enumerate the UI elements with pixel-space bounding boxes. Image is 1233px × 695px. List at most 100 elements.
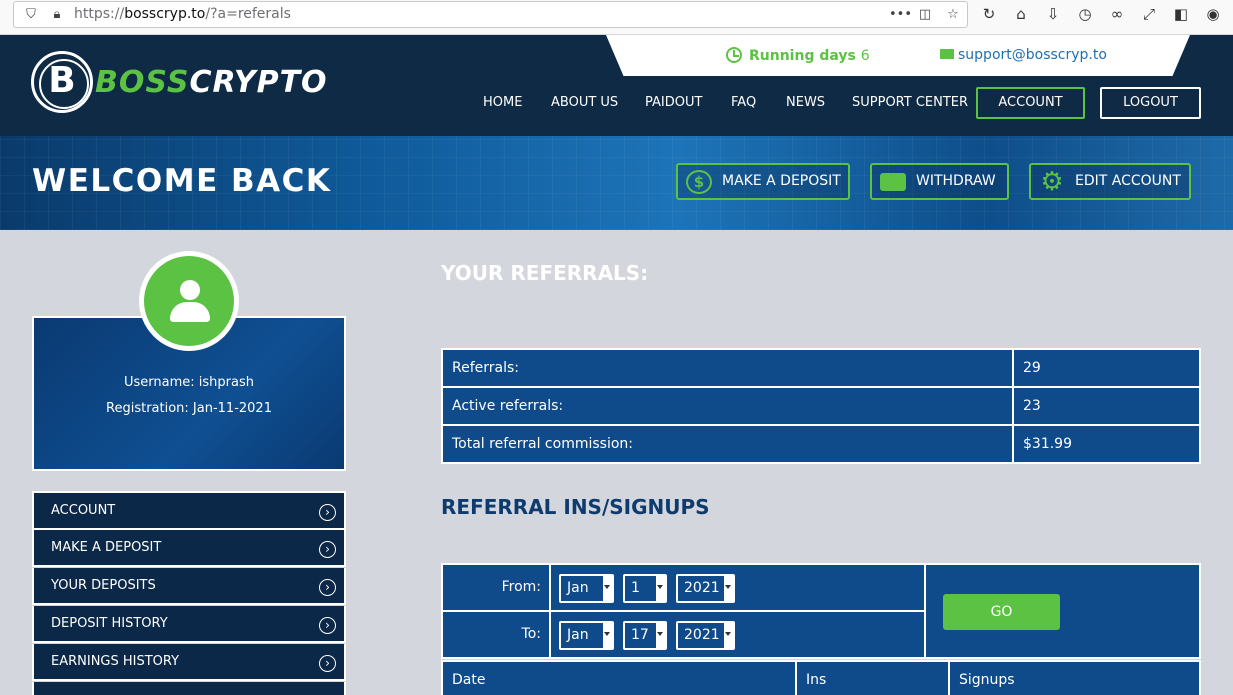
history-icon[interactable]: ◷ (1076, 5, 1094, 23)
dropdown-arrow-icon (724, 623, 733, 648)
column-date: Date (452, 672, 486, 688)
chevron-right-icon: › (319, 504, 336, 521)
url-bar[interactable]: ⛉ 🔒︎ https://bosscryp.to/?a=referals •••… (13, 1, 968, 28)
private-mask-icon[interactable]: ∞ (1108, 5, 1126, 23)
to-year-value: 2021 (684, 627, 720, 643)
welcome-banner: WELCOME BACK $ MAKE A DEPOSIT WITHDRAW ⚙… (0, 136, 1233, 230)
sidebar-item-label: DEPOSIT HISTORY (51, 616, 168, 631)
referrals-table: Referrals: 29 Active referrals: 23 Total… (441, 348, 1201, 464)
nav-faq[interactable]: FAQ (731, 95, 756, 110)
total-commission-value: $31.99 (1012, 424, 1201, 464)
logo-letter: B (48, 60, 76, 101)
to-month-value: Jan (567, 627, 589, 643)
support-email-text[interactable]: support@bosscryp.to (958, 47, 1107, 63)
shield-icon[interactable]: ⛉ (23, 7, 39, 23)
referrals-label: Referrals: (441, 348, 1014, 388)
sidebar-item-make-deposit[interactable]: MAKE A DEPOSIT › (32, 530, 346, 567)
to-month-select[interactable]: Jan (559, 621, 614, 650)
from-row: From: Jan 1 2021 (443, 565, 925, 612)
logo-boss: BOSS (95, 65, 190, 100)
downloads-icon[interactable]: ⇩ (1044, 5, 1062, 23)
sidebar-item-label: ACCOUNT (51, 503, 116, 518)
to-day-value: 17 (631, 627, 649, 643)
to-day-select[interactable]: 17 (623, 621, 667, 650)
site-header: B BOSSCRYPTO Running days 6 support@boss… (0, 35, 1233, 136)
dropdown-arrow-icon (656, 576, 665, 601)
deposit-coin-icon: $ (686, 170, 712, 194)
referrals-title: YOUR REFERRALS: (441, 261, 649, 285)
wallet-icon (880, 173, 906, 191)
chevron-right-icon: › (319, 655, 336, 672)
avatar-head (180, 280, 200, 300)
dropdown-arrow-icon (603, 576, 612, 601)
logo-wordmark: BOSSCRYPTO (95, 65, 328, 100)
from-day-select[interactable]: 1 (623, 574, 667, 603)
table-row: Active referrals: 23 (441, 386, 1201, 426)
nav-about-us[interactable]: ABOUT US (551, 95, 618, 110)
from-label: From: (443, 565, 551, 612)
sidebar-item-label: MAKE A DEPOSIT (51, 540, 162, 555)
chevron-right-icon: › (319, 541, 336, 558)
nav-news[interactable]: NEWS (786, 95, 825, 110)
nav-paidout[interactable]: PAIDOUT (645, 95, 702, 110)
sidebar-item-label: EARNINGS HISTORY (51, 654, 180, 669)
from-year-select[interactable]: 2021 (676, 574, 735, 603)
avatar (139, 251, 239, 351)
running-days: Running days 6 (726, 47, 870, 64)
welcome-heading: WELCOME BACK (32, 163, 332, 199)
pocket-icon[interactable]: ◫ (917, 7, 933, 23)
fullscreen-icon[interactable]: ⤢ (1140, 5, 1158, 23)
referrals-value: 29 (1012, 348, 1201, 388)
signups-table-header: Date Ins Signups (441, 660, 1201, 695)
sidebar-item-deposit-history[interactable]: DEPOSIT HISTORY › (32, 606, 346, 643)
make-deposit-button[interactable]: $ MAKE A DEPOSIT (676, 163, 850, 200)
date-filter-form: From: Jan 1 2021 To: Jan 17 2021 GO (441, 563, 1201, 659)
avatar-body (170, 302, 210, 322)
logo-crypto: CRYPTO (189, 65, 328, 100)
chevron-right-icon: › (319, 579, 336, 596)
running-days-value: 6 (860, 48, 870, 64)
nav-support-center[interactable]: SUPPORT CENTER (852, 95, 968, 110)
clock-icon (726, 47, 742, 63)
active-referrals-label: Active referrals: (441, 386, 1014, 426)
support-email[interactable]: support@bosscryp.to (940, 47, 1107, 63)
home-icon[interactable]: ⌂ (1012, 5, 1030, 23)
logout-button[interactable]: LOGOUT (1100, 87, 1201, 119)
table-row: Total referral commission: $31.99 (441, 424, 1201, 464)
profile-registration: Registration: Jan-11-2021 (106, 401, 272, 416)
go-cell: GO (924, 565, 1201, 657)
make-deposit-label: MAKE A DEPOSIT (722, 173, 841, 189)
sidebar-item-next[interactable] (32, 682, 346, 695)
reload-icon[interactable]: ↻ (980, 5, 998, 23)
to-year-select[interactable]: 2021 (676, 621, 735, 650)
sidebar-item-earnings-history[interactable]: EARNINGS HISTORY › (32, 644, 346, 681)
dropdown-arrow-icon (724, 576, 733, 601)
sidebar-item-label: YOUR DEPOSITS (51, 578, 156, 593)
from-year-value: 2021 (684, 580, 720, 596)
sidebar-item-account[interactable]: ACCOUNT › (32, 491, 346, 530)
from-month-value: Jan (567, 580, 589, 596)
from-month-select[interactable]: Jan (559, 574, 614, 603)
signups-title: REFERRAL INS/SIGNUPS (441, 495, 710, 519)
mail-icon (940, 49, 954, 59)
lock-icon[interactable]: 🔒︎ (49, 7, 65, 23)
column-signups: Signups (948, 662, 1201, 695)
go-button[interactable]: GO (943, 594, 1060, 630)
site-logo[interactable]: B BOSSCRYPTO (31, 51, 327, 113)
url-path: /?a=referals (205, 6, 291, 22)
total-commission-label: Total referral commission: (441, 424, 1014, 464)
sidebar-item-your-deposits[interactable]: YOUR DEPOSITS › (32, 568, 346, 605)
dropdown-arrow-icon (656, 623, 665, 648)
nav-home[interactable]: HOME (483, 95, 522, 110)
bookmark-star-icon[interactable]: ☆ (945, 7, 961, 23)
chevron-right-icon: › (319, 617, 336, 634)
edit-account-button[interactable]: ⚙ EDIT ACCOUNT (1029, 163, 1191, 200)
withdraw-button[interactable]: WITHDRAW (870, 163, 1009, 200)
profile-username: Username: ishprash (124, 375, 254, 390)
account-button[interactable]: ACCOUNT (976, 87, 1085, 119)
edit-account-label: EDIT ACCOUNT (1075, 173, 1181, 189)
sidebar-icon[interactable]: ◧ (1172, 5, 1190, 23)
account-icon[interactable]: ◉ (1204, 5, 1222, 23)
url-text[interactable]: https://bosscryp.to/?a=referals (74, 6, 291, 22)
more-actions-icon[interactable]: ••• (889, 7, 912, 23)
